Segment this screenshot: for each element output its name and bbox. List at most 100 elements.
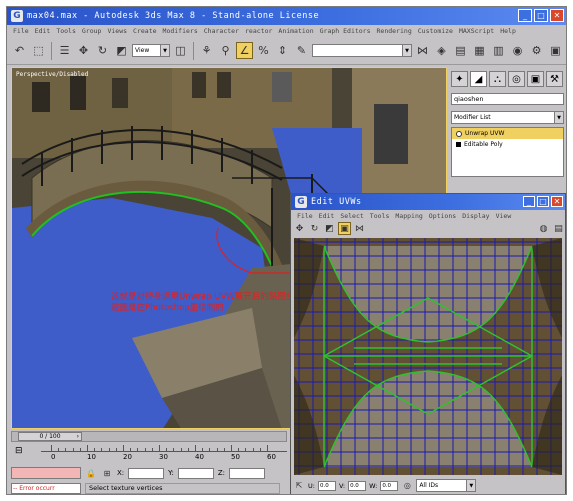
stack-item-unwrap-uvw[interactable]: Unwrap UVW <box>452 128 563 139</box>
menu-modifiers[interactable]: Modifiers <box>163 27 198 35</box>
move-icon[interactable]: ✥ <box>75 42 92 59</box>
track-tick <box>108 448 110 451</box>
time-slider-thumb[interactable]: 0 / 100 › <box>18 432 82 441</box>
uvw-minimize-button[interactable]: _ <box>523 196 535 207</box>
u-field[interactable]: 0.0 <box>317 480 336 491</box>
maxscript-listener-mini[interactable] <box>11 467 81 479</box>
display-tab-icon[interactable]: ▣ <box>527 71 544 87</box>
w-field[interactable]: 0.0 <box>380 480 399 491</box>
select-by-name-icon[interactable]: ☰ <box>56 42 73 59</box>
track-tick <box>216 448 218 451</box>
menu-maxscript[interactable]: MAXScript <box>459 27 494 35</box>
rotate-icon[interactable]: ↻ <box>94 42 111 59</box>
uvw-menu-edit[interactable]: Edit <box>319 212 335 220</box>
uvw-editor-canvas[interactable] <box>294 238 562 475</box>
angle-snap-icon[interactable]: ∠ <box>236 42 253 59</box>
align-icon[interactable]: ◈ <box>433 42 450 59</box>
uvw-freeform-icon[interactable]: ▣ <box>338 222 351 235</box>
track-tick <box>79 448 81 451</box>
modifier-list-dropdown[interactable]: Modifier List ▼ <box>451 111 564 124</box>
uvw-menu-file[interactable]: File <box>297 212 313 220</box>
menu-rendering[interactable]: Rendering <box>377 27 412 35</box>
v-field[interactable]: 0.0 <box>348 480 367 491</box>
viewport-label[interactable]: Perspective/Disabled <box>16 71 88 78</box>
uvw-lock-icon[interactable]: ⇱ <box>293 480 305 492</box>
uvw-scale-icon[interactable]: ◩ <box>323 222 336 235</box>
track-ticks <box>41 444 287 452</box>
menu-views[interactable]: Views <box>107 27 127 35</box>
uvw-menu-view[interactable]: View <box>496 212 512 220</box>
pivot-icon[interactable]: ◫ <box>172 42 189 59</box>
uvw-menu-select[interactable]: Select <box>340 212 363 220</box>
expand-icon[interactable] <box>456 142 461 147</box>
uvw-menu-options[interactable]: Options <box>429 212 456 220</box>
menu-reactor[interactable]: reactor <box>245 27 272 35</box>
uvw-rotate-icon[interactable]: ↻ <box>308 222 321 235</box>
command-panel-tabs: ✦ ◢ ⛬ ◎ ▣ ⚒ <box>449 67 566 91</box>
menu-animation[interactable]: Animation <box>278 27 313 35</box>
modify-tab-icon[interactable]: ◢ <box>470 71 487 87</box>
menu-file[interactable]: File <box>13 27 29 35</box>
maximize-button[interactable]: □ <box>534 9 548 22</box>
render-icon[interactable]: ▣ <box>547 42 564 59</box>
stack-item-editable-poly[interactable]: Editable Poly <box>452 139 563 150</box>
y-coord-field[interactable] <box>177 467 214 479</box>
menu-create[interactable]: Create <box>133 27 156 35</box>
material-editor-icon[interactable]: ◉ <box>509 42 526 59</box>
menu-help[interactable]: Help <box>500 27 516 35</box>
motion-tab-icon[interactable]: ◎ <box>508 71 525 87</box>
minimize-button[interactable]: _ <box>518 9 532 22</box>
uvw-menu-tools[interactable]: Tools <box>370 212 390 220</box>
uvw-move-icon[interactable]: ✥ <box>293 222 306 235</box>
mirror-icon[interactable]: ⋈ <box>414 42 431 59</box>
track-tick <box>137 448 139 451</box>
named-selection-dropdown[interactable]: ▼ <box>312 44 412 57</box>
track-bar[interactable]: ⊟ 0 10 20 30 40 50 60 <box>11 444 287 464</box>
error-message[interactable]: -- Error occurr <box>11 482 81 494</box>
render-setup-icon[interactable]: ⚙ <box>528 42 545 59</box>
uvw-checker-icon[interactable]: ◍ <box>537 222 550 235</box>
uvw-ids-dropdown[interactable]: All IDs ▼ <box>416 479 477 492</box>
uvw-window-title: Edit UVWs <box>311 197 362 207</box>
lock-selection-icon[interactable]: 🔒 <box>85 467 97 479</box>
snap-icon[interactable]: ⚲ <box>217 42 234 59</box>
object-name-field[interactable]: qiaoshen <box>451 93 564 105</box>
absolute-mode-icon[interactable]: ⊞ <box>101 467 113 479</box>
uvw-close-button[interactable]: ✕ <box>551 196 563 207</box>
menu-edit[interactable]: Edit <box>35 27 51 35</box>
reference-coord-dropdown[interactable]: View ▼ <box>132 44 170 57</box>
uvw-menu-display[interactable]: Display <box>462 212 489 220</box>
toolbar-divider <box>193 41 194 60</box>
named-selection-icon[interactable]: ✎ <box>293 42 310 59</box>
close-button[interactable]: ✕ <box>550 9 564 22</box>
time-slider[interactable]: 0 / 100 › <box>11 431 287 442</box>
menu-graph-editors[interactable]: Graph Editors <box>320 27 371 35</box>
percent-snap-icon[interactable]: % <box>255 42 272 59</box>
menu-tools[interactable]: Tools <box>56 27 76 35</box>
manipulate-icon[interactable]: ⚘ <box>198 42 215 59</box>
title-bar: G max04.max - Autodesk 3ds Max 8 - Stand… <box>7 7 566 25</box>
x-label: X: <box>117 469 125 477</box>
select-icon[interactable]: ⬚ <box>30 42 47 59</box>
x-coord-field[interactable] <box>128 467 165 479</box>
scale-icon[interactable]: ◩ <box>113 42 130 59</box>
layer-manager-icon[interactable]: ▤ <box>452 42 469 59</box>
uvw-soft-select-icon[interactable]: ◎ <box>401 480 413 492</box>
z-coord-field[interactable] <box>229 467 266 479</box>
lightbulb-icon[interactable] <box>456 130 462 137</box>
schematic-view-icon[interactable]: ▥ <box>490 42 507 59</box>
hierarchy-tab-icon[interactable]: ⛬ <box>489 71 506 87</box>
undo-icon[interactable]: ↶ <box>11 42 28 59</box>
uvw-uv-icon[interactable]: ▤ <box>552 222 565 235</box>
uvw-mirror-icon[interactable]: ⋈ <box>353 222 366 235</box>
uvw-maximize-button[interactable]: □ <box>537 196 549 207</box>
menu-group[interactable]: Group <box>82 27 102 35</box>
curve-editor-icon[interactable]: ▦ <box>471 42 488 59</box>
spinner-snap-icon[interactable]: ⇕ <box>274 42 291 59</box>
menu-character[interactable]: Character <box>204 27 239 35</box>
chevron-down-icon: ▼ <box>554 112 563 123</box>
menu-customize[interactable]: Customize <box>418 27 453 35</box>
uvw-menu-mapping[interactable]: Mapping <box>395 212 422 220</box>
utilities-tab-icon[interactable]: ⚒ <box>546 71 563 87</box>
create-tab-icon[interactable]: ✦ <box>451 71 468 87</box>
